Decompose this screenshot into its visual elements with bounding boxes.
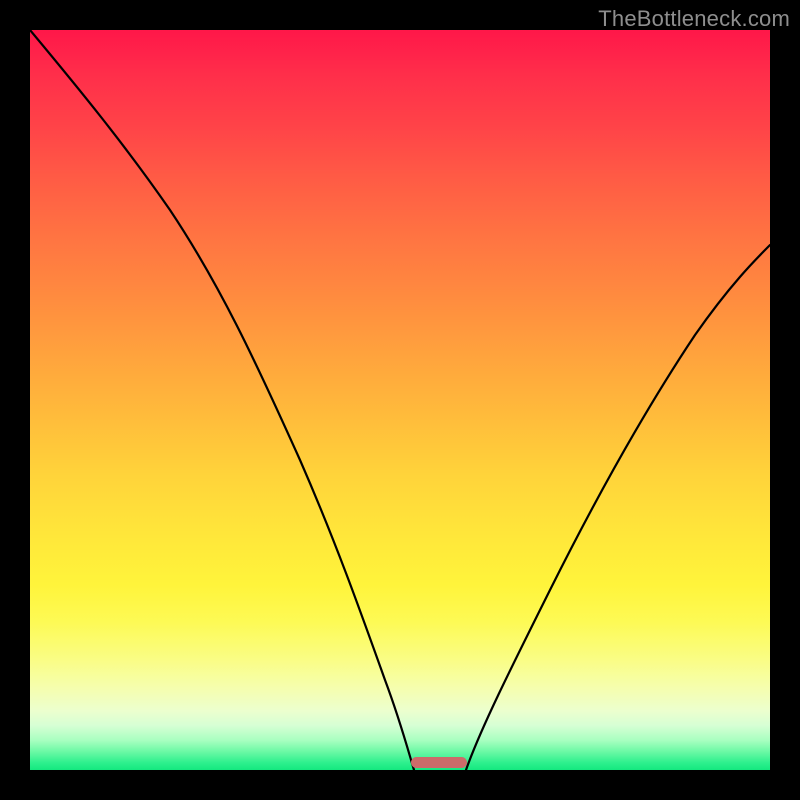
watermark-text: TheBottleneck.com xyxy=(598,6,790,32)
curve-right-branch xyxy=(466,245,770,770)
curve-left-branch xyxy=(30,30,414,770)
chart-frame: TheBottleneck.com xyxy=(0,0,800,800)
optimum-marker xyxy=(411,757,467,768)
bottleneck-curve xyxy=(30,30,770,770)
plot-area xyxy=(30,30,770,770)
